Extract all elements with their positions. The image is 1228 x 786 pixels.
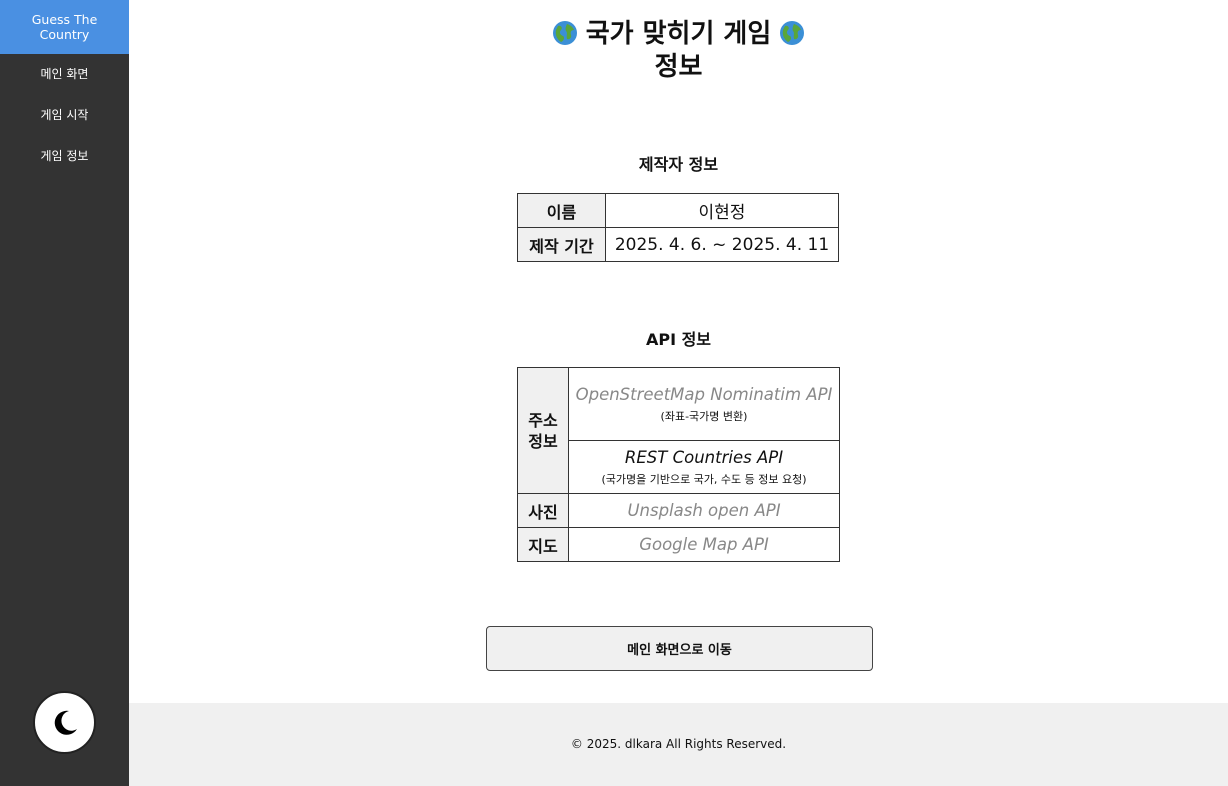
map-api-name: Google Map API (639, 534, 769, 554)
page-title: 국가 맞히기 게임 정보 (129, 18, 1228, 84)
rest-countries-api-name: REST Countries API (624, 447, 784, 467)
page-title-line2: 정보 (654, 52, 703, 82)
sidebar-item-game-info[interactable]: 게임 정보 (0, 136, 129, 177)
table-row: 지도 Google Map API (517, 527, 840, 562)
footer: © 2025. dlkara All Rights Reserved. (129, 703, 1228, 786)
maker-section-title: 제작자 정보 (638, 155, 719, 174)
copyright-text: © 2025. dlkara All Rights Reserved. (570, 737, 787, 751)
photo-label: 사진 (517, 493, 569, 528)
globe-icon (780, 21, 805, 45)
main-content: 국가 맞히기 게임 정보 제작자 정보 이름 이현정 제작 기간 2025. 4… (129, 0, 1228, 703)
table-row: 사진 Unsplash open API (517, 493, 840, 528)
photo-api-cell: Unsplash open API (568, 493, 840, 528)
period-label: 제작 기간 (517, 227, 606, 262)
nominatim-api-note: (좌표-국가명 변환) (660, 409, 748, 423)
period-value: 2025. 4. 6. ~ 2025. 4. 11 (605, 227, 839, 262)
api-section-title: API 정보 (645, 330, 712, 349)
brand-logo[interactable]: Guess The Country (0, 0, 129, 54)
sidebar: Guess The Country 메인 화면 게임 시작 게임 정보 (0, 0, 129, 786)
photo-api-name: Unsplash open API (627, 500, 781, 520)
table-row: 주소 정보 OpenStreetMap Nominatim API (좌표-국가… (517, 367, 840, 494)
api-info-table: 주소 정보 OpenStreetMap Nominatim API (좌표-국가… (517, 367, 840, 562)
moon-icon (54, 710, 77, 735)
rest-countries-api-cell: REST Countries API (국가명을 기반으로 국가, 수도 등 정… (568, 440, 840, 494)
table-row: 이름 이현정 (517, 193, 839, 228)
rest-countries-api-note: (국가명을 기반으로 국가, 수도 등 정보 요청) (601, 472, 807, 486)
sidebar-nav: 메인 화면 게임 시작 게임 정보 (0, 54, 129, 177)
nominatim-api-name: OpenStreetMap Nominatim API (575, 384, 833, 404)
name-value: 이현정 (605, 193, 839, 228)
map-api-cell: Google Map API (568, 527, 840, 562)
sidebar-item-start-game[interactable]: 게임 시작 (0, 95, 129, 136)
globe-icon (552, 21, 577, 45)
map-label: 지도 (517, 527, 569, 562)
table-row: 제작 기간 2025. 4. 6. ~ 2025. 4. 11 (517, 227, 839, 262)
dark-mode-toggle[interactable] (33, 691, 96, 754)
name-label: 이름 (517, 193, 606, 228)
go-to-main-button[interactable]: 메인 화면으로 이동 (486, 626, 873, 671)
brand-text: Guess The Country (31, 12, 98, 42)
nominatim-api-cell: OpenStreetMap Nominatim API (좌표-국가명 변환) (568, 367, 840, 441)
page-title-line1: 국가 맞히기 게임 (585, 19, 772, 49)
address-label: 주소 정보 (517, 367, 569, 494)
maker-info-table: 이름 이현정 제작 기간 2025. 4. 6. ~ 2025. 4. 11 (517, 193, 839, 262)
sidebar-item-main[interactable]: 메인 화면 (0, 54, 129, 95)
